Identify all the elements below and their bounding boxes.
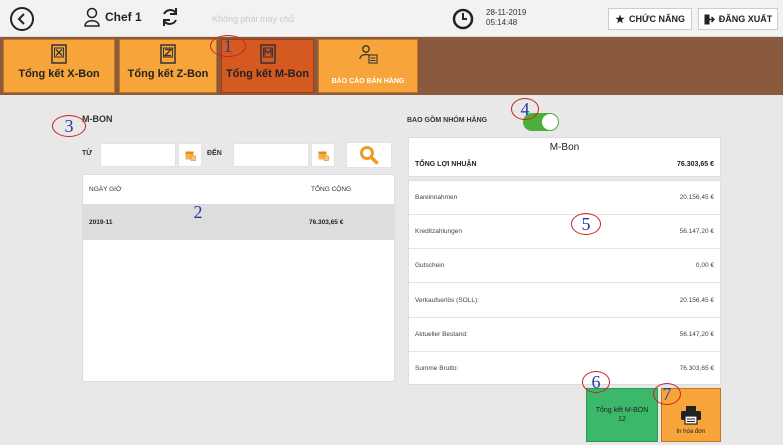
to-date-picker-button[interactable] [311, 143, 335, 167]
functions-button[interactable]: CHỨC NĂNG [608, 8, 692, 30]
mbon-report-count: 12 [618, 416, 626, 423]
callout-marker: 4 [511, 98, 539, 120]
search-icon [360, 146, 379, 165]
summary-card: M-Bon TỔNG LỢI NHUẬN 76.303,65 € [408, 137, 721, 177]
logout-icon [704, 14, 715, 24]
sales-report-icon [359, 45, 378, 64]
detail-label: Summe Brutto: [415, 365, 459, 373]
mbon-summary-label: Tổng kết M-Bon [225, 68, 310, 80]
detail-row: Bareinnahmen 20.156,45 € [409, 181, 720, 216]
callout-marker: 2 [193, 201, 203, 222]
xbon-summary-button[interactable]: Tổng kết X-Bon [3, 39, 115, 93]
summary-heading: M-Bon [549, 142, 580, 153]
user-name: Chef 1 [105, 10, 142, 24]
include-groups-label: BAO GỒM NHÓM HÀNG [407, 117, 488, 124]
from-date-input[interactable] [100, 143, 176, 167]
total-profit-label: TỔNG LỢI NHUẬN [415, 161, 477, 168]
callout-marker: 3 [52, 115, 86, 137]
calendar-icon [185, 151, 196, 161]
sync-button[interactable] [160, 6, 180, 33]
sales-report-button[interactable]: BÁO CÁO BÁN HÀNG [318, 39, 418, 93]
detail-row: Aktueller Bestand: 56.147,20 € [409, 318, 720, 352]
from-date-label: TỪ [82, 150, 93, 157]
detail-label: Verkaufserlös (SOLL): [415, 296, 479, 304]
detail-value: 56.147,20 € [679, 228, 714, 236]
mbon-report-button[interactable]: Tổng kết M-BON 12 [586, 388, 658, 442]
sync-icon [163, 8, 177, 26]
detail-value: 56.147,20 € [679, 330, 714, 338]
toggle-knob [542, 114, 558, 130]
summary-details: Bareinnahmen 20.156,45 € Kreditzahlungen 5… [408, 180, 721, 385]
zbon-summary-button[interactable]: Tổng kết Z-Bon [119, 39, 217, 93]
detail-label: Kreditzahlungen [415, 228, 462, 236]
callout-marker: 6 [582, 371, 610, 393]
mbon-section-title: M-BON [82, 114, 113, 124]
to-date-input[interactable] [233, 143, 309, 167]
logout-button[interactable]: ĐĂNG XUẤT [698, 8, 778, 30]
detail-value: 76.303,65 € [679, 365, 714, 373]
clock-icon [452, 8, 474, 35]
detail-value: 20.156,45 € [679, 194, 714, 202]
column-header-total: TỔNG CỘNG [311, 186, 352, 193]
list-row[interactable]: 2019-11 76.303,65 € [83, 205, 394, 240]
user-info[interactable]: Chef 1 [84, 7, 142, 27]
search-button[interactable] [346, 142, 392, 168]
machine-status-note: Không phải máy chủ [212, 14, 295, 24]
detail-row: Kreditzahlungen 56.147,20 € [409, 215, 720, 250]
detail-row: Summe Brutto: 76.303,65 € [409, 352, 720, 386]
functions-label: CHỨC NĂNG [629, 14, 685, 24]
total-profit-value: 76.303,65 € [677, 161, 714, 168]
detail-label: Bareinnahmen [415, 194, 458, 202]
row-total: 76.303,65 € [309, 219, 344, 226]
mbon-report-label: Tổng kết M-BON [595, 407, 649, 414]
from-date-picker-button[interactable] [178, 143, 202, 167]
report-toolbar: Tổng kết X-Bon Tổng kết Z-Bon Tổng kết M… [0, 37, 783, 95]
to-date-label: ĐẾN [207, 150, 222, 157]
back-arrow-icon [17, 13, 25, 25]
top-bar: Chef 1 Không phải máy chủ 28-11-2019 05:… [0, 0, 783, 37]
xbon-document-icon [51, 44, 67, 64]
detail-label: Gutschein [415, 262, 445, 270]
zbon-summary-label: Tổng kết Z-Bon [127, 68, 209, 80]
xbon-summary-label: Tổng kết X-Bon [18, 68, 100, 80]
list-header: NGÀY GIỜ TỔNG CỘNG [83, 175, 394, 205]
zbon-document-icon [160, 44, 176, 64]
detail-row: Gutschein 0,00 € [409, 249, 720, 284]
current-time: 05:14:48 [486, 18, 518, 27]
printer-icon [681, 406, 701, 425]
user-icon [84, 7, 100, 27]
star-icon [615, 14, 625, 24]
datetime: 28-11-2019 05:14:48 [486, 8, 526, 28]
sales-report-label: BÁO CÁO BÁN HÀNG [331, 78, 405, 85]
mbon-list: NGÀY GIỜ TỔNG CỘNG 2019-11 76.303,65 € [82, 174, 395, 382]
callout-marker: 1 [210, 35, 246, 57]
detail-value: 0,00 € [695, 262, 714, 270]
calendar-icon [318, 151, 329, 161]
detail-label: Aktueller Bestand: [415, 330, 468, 338]
column-header-datetime: NGÀY GIỜ [89, 186, 122, 193]
callout-marker: 7 [653, 383, 681, 405]
current-date: 28-11-2019 [486, 8, 527, 17]
print-receipt-label: In hóa đơn [676, 429, 706, 435]
mbon-document-icon [259, 44, 276, 64]
detail-row: Verkaufserlös (SOLL): 20.156,45 € [409, 283, 720, 318]
logout-label: ĐĂNG XUẤT [718, 14, 773, 24]
callout-marker: 5 [571, 213, 601, 235]
detail-value: 20.156,45 € [679, 296, 714, 304]
back-button[interactable] [10, 7, 34, 31]
